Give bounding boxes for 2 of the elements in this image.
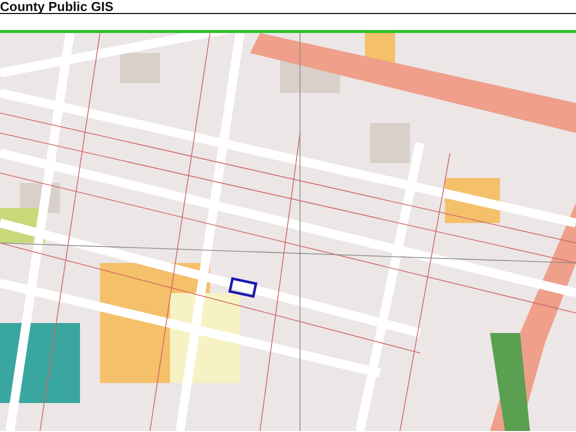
page-title: County Public GIS [0, 0, 114, 13]
map-drawing[interactable] [0, 30, 576, 431]
